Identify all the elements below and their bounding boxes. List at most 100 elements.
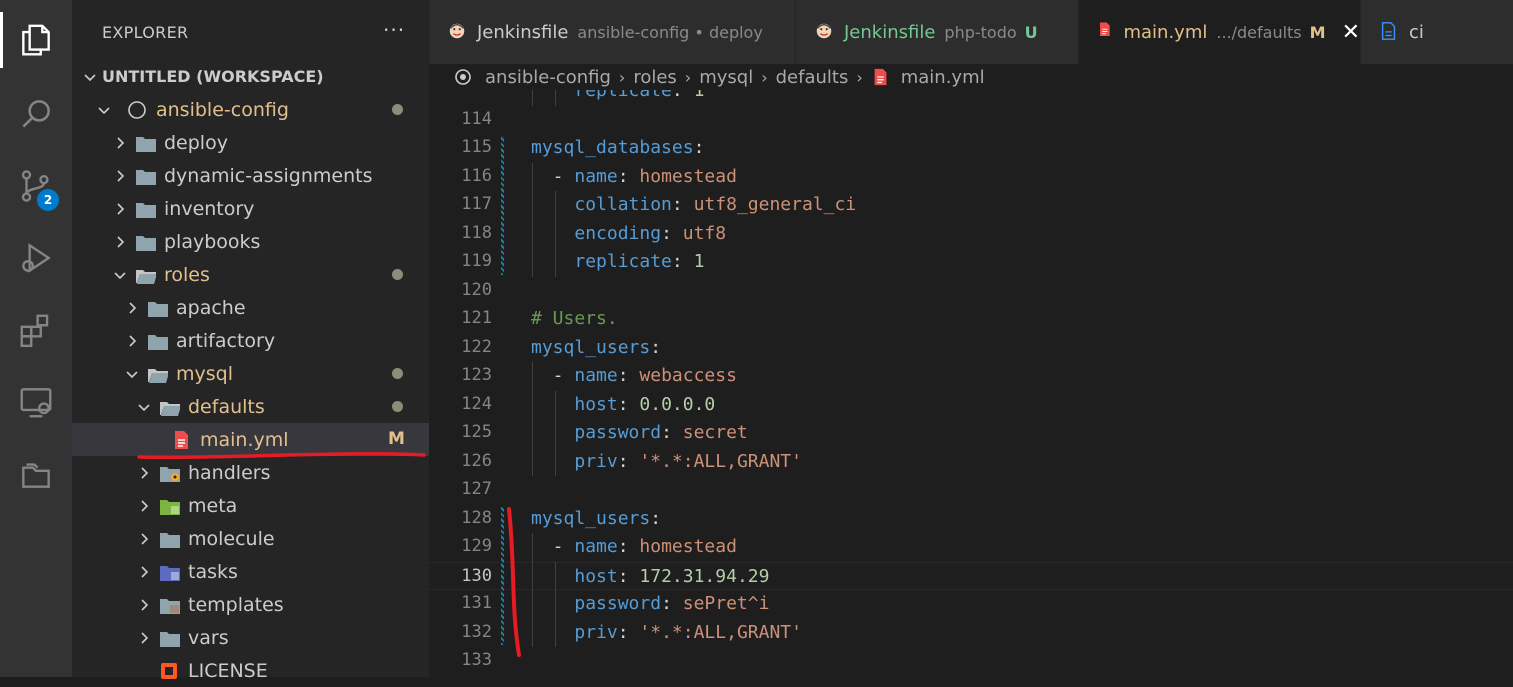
code-line[interactable]: 127 <box>429 476 1513 505</box>
code-editor[interactable]: replicate: 1 114 115 mysql_databases: 116 - … <box>429 90 1513 677</box>
breadcrumb-item[interactable]: mysql <box>699 67 753 88</box>
chevron-down-icon <box>126 370 138 378</box>
code-token: : <box>671 251 694 272</box>
code-line[interactable]: 126 priv: '*.*:ALL,GRANT' <box>429 448 1513 477</box>
chevron-down-icon[interactable] <box>124 366 140 382</box>
code-line[interactable]: 130 host: 172.31.94.29 <box>429 561 1513 590</box>
chevron-right-icon[interactable] <box>124 333 140 349</box>
chevron-right-icon[interactable] <box>136 498 152 514</box>
code-line[interactable]: 117 collation: utf8_general_ci <box>429 191 1513 220</box>
code-line[interactable]: 118 encoding: utf8 <box>429 220 1513 249</box>
tree-item-label: vars <box>188 626 229 649</box>
tree-folder[interactable]: templates <box>72 588 429 621</box>
tree-folder[interactable]: apache <box>72 291 429 324</box>
tree-folder[interactable]: tasks <box>72 555 429 588</box>
breadcrumb-item[interactable]: roles <box>633 67 676 88</box>
close-tab-icon[interactable]: ✕ <box>1342 20 1360 45</box>
tree-folder[interactable]: deploy <box>72 126 429 159</box>
tree-file[interactable]: LICENSE <box>72 654 429 687</box>
code-line[interactable]: 114 <box>429 106 1513 135</box>
tree-folder[interactable]: inventory <box>72 192 429 225</box>
tab-title: main.yml <box>1123 21 1208 43</box>
chevron-right-icon[interactable] <box>112 201 128 217</box>
code-line[interactable]: replicate: 1 <box>429 90 1513 106</box>
editor-tab[interactable]: main.yml .../defaults M ✕ <box>1079 0 1361 64</box>
code-line[interactable]: 123 - name: webaccess <box>429 362 1513 391</box>
code-text: mysql_users: <box>531 508 661 529</box>
chevron-right-icon[interactable] <box>136 531 152 547</box>
more-actions-button[interactable]: ··· <box>383 18 405 42</box>
tree-item-label: UNTITLED (WORKSPACE) <box>102 67 324 86</box>
indent-guide <box>555 191 556 277</box>
tree-folder[interactable]: meta <box>72 489 429 522</box>
code-line[interactable]: 119 replicate: 1 <box>429 248 1513 277</box>
source-control-activity[interactable]: 2 <box>0 158 72 214</box>
code-token: : <box>661 593 683 614</box>
editor-tab[interactable]: Jenkinsfile ansible-config • deploy <box>429 0 796 64</box>
tree-folder[interactable]: roles <box>72 258 429 291</box>
workspace-root[interactable]: UNTITLED (WORKSPACE) <box>72 60 429 93</box>
explorer-activity[interactable] <box>0 12 72 68</box>
code-token: - <box>531 365 575 386</box>
explorer-title: EXPLORER <box>102 23 189 42</box>
chevron-right-icon <box>141 532 149 545</box>
tree-folder[interactable]: mysql <box>72 357 429 390</box>
tree-folder[interactable]: defaults <box>72 390 429 423</box>
chevron-down-icon[interactable] <box>96 102 112 118</box>
chevron-down-icon[interactable] <box>112 267 128 283</box>
breadcrumb-item[interactable]: ansible-config <box>485 67 611 88</box>
chevron-right-icon[interactable] <box>136 564 152 580</box>
chevron-right-icon[interactable] <box>136 465 152 481</box>
code-line[interactable]: 116 - name: homestead <box>429 163 1513 192</box>
chevron-right-icon[interactable] <box>124 300 140 316</box>
code-token: utf8 <box>682 222 727 244</box>
code-text: priv: '*.*:ALL,GRANT' <box>531 622 802 643</box>
tree-folder[interactable]: artifactory <box>72 324 429 357</box>
git-change-gutter-marker[interactable] <box>501 136 504 275</box>
chevron-right-icon[interactable] <box>112 234 128 250</box>
folder-templates-icon <box>160 598 180 614</box>
code-line[interactable]: 129 - name: homestead <box>429 533 1513 562</box>
extensions-icon <box>20 314 49 348</box>
tree-file[interactable]: ansible-config <box>72 93 429 126</box>
code-line[interactable]: 128 mysql_users: <box>429 505 1513 534</box>
chevron-down-icon <box>98 106 110 114</box>
code-line[interactable]: 125 password: secret <box>429 419 1513 448</box>
editor-tab[interactable]: ci <box>1361 0 1513 64</box>
code-line[interactable]: 131 password: sePret^i <box>429 590 1513 619</box>
editor-tab[interactable]: Jenkinsfile php-todo U <box>796 0 1079 64</box>
chevron-down-icon[interactable] <box>82 69 98 85</box>
code-line[interactable]: 132 priv: '*.*:ALL,GRANT' <box>429 619 1513 648</box>
remote-explorer-activity[interactable] <box>0 374 72 430</box>
code-line[interactable]: 133 <box>429 647 1513 676</box>
tree-item-label: mysql <box>176 362 233 385</box>
chevron-right-icon[interactable] <box>112 168 128 184</box>
code-token: : <box>650 336 662 358</box>
chevron-right-icon[interactable] <box>112 135 128 151</box>
tree-folder[interactable]: vars <box>72 621 429 654</box>
code-token: name <box>574 536 618 557</box>
tree-folder[interactable]: playbooks <box>72 225 429 258</box>
code-line[interactable]: 120 <box>429 277 1513 306</box>
extensions-activity[interactable] <box>0 302 72 358</box>
code-line[interactable]: 121 # Users. <box>429 305 1513 334</box>
line-number: 131 <box>461 593 492 613</box>
code-text: # Users. <box>531 308 618 329</box>
folders-activity[interactable] <box>0 446 72 502</box>
code-line[interactable]: 115 mysql_databases: <box>429 134 1513 163</box>
tree-folder[interactable]: dynamic-assignments <box>72 159 429 192</box>
code-line[interactable]: 124 host: 0.0.0.0 <box>429 391 1513 420</box>
breadcrumb-item[interactable]: main.yml <box>901 67 985 88</box>
tree-folder[interactable]: molecule <box>72 522 429 555</box>
run-debug-activity[interactable] <box>0 230 72 286</box>
search-activity[interactable] <box>0 86 72 142</box>
code-line[interactable]: 122 mysql_users: <box>429 334 1513 363</box>
breadcrumb-item[interactable]: defaults <box>776 67 849 88</box>
chevron-down-icon[interactable] <box>136 399 152 415</box>
chevron-right-icon[interactable] <box>136 597 152 613</box>
chevron-right-icon[interactable] <box>136 630 152 646</box>
code-token: mysql_users <box>531 336 651 358</box>
folder-icon <box>146 330 168 352</box>
